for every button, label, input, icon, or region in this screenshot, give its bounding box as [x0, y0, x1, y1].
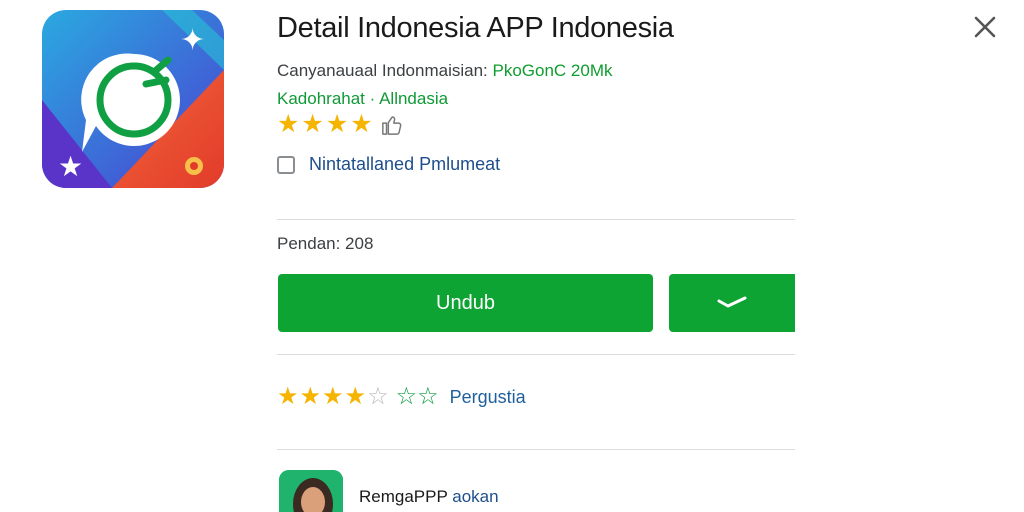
star-icon: ★ — [277, 110, 300, 138]
app-size: PkoGonC 20Mk — [492, 61, 613, 80]
svg-text:✦: ✦ — [180, 23, 205, 58]
close-icon — [974, 16, 996, 38]
star-icon: ★ — [301, 110, 324, 138]
download-label: Undub — [436, 291, 495, 314]
star-icon: ★ — [277, 383, 299, 410]
chevron-down-icon — [717, 296, 747, 308]
close-button[interactable] — [972, 14, 998, 40]
developer-name: RemgaPPP aokan — [359, 487, 499, 507]
download-options-button[interactable] — [669, 274, 795, 332]
app-title: Detail Indonesia APP Indonesia — [277, 12, 674, 44]
install-option[interactable]: Nintatallaned Pmlumeat — [277, 154, 500, 175]
extra-stars: ☆☆ — [395, 383, 439, 410]
developer-avatar-icon — [279, 470, 343, 512]
developer-name-text: RemgaPPP — [359, 487, 448, 506]
app-detail-page: ✦ ★ Detail Indonesia APP Indonesia Canya… — [0, 0, 1024, 512]
top-rating: ★ ★ ★ ★ — [277, 112, 403, 137]
developer-card[interactable]: RemgaPPP aokan — [279, 470, 499, 512]
download-button[interactable]: Undub — [278, 274, 653, 332]
pending-text: Pendan: 208 — [277, 234, 374, 253]
bottom-rating[interactable]: ★ ★ ★ ★ ☆ ☆☆ Pergustia — [277, 385, 526, 409]
star-icon: ★ — [325, 110, 349, 138]
app-logo-icon: ✦ ★ — [42, 10, 224, 188]
divider — [277, 354, 795, 355]
checkbox-label: Nintatallaned Pmlumeat — [309, 154, 501, 174]
svg-text:★: ★ — [58, 150, 83, 183]
thumb-up-icon[interactable] — [381, 114, 403, 136]
divider — [277, 449, 795, 450]
install-checkbox[interactable] — [277, 155, 295, 174]
star-icon: ★ — [350, 110, 373, 138]
rating-label[interactable]: Pergustia — [450, 387, 526, 408]
developer-info: Canyanauaal Indonmaisian: PkoGonC 20Mk — [277, 61, 613, 81]
star-icon: ★ — [322, 383, 344, 410]
star-half-icon: ★ — [344, 383, 367, 410]
app-category[interactable]: Kadohrahat · Allndasia — [277, 89, 448, 109]
star-empty-icon: ☆ — [367, 383, 389, 410]
star-icon: ★ — [299, 383, 322, 410]
developer-extra: aokan — [452, 487, 499, 506]
developer-text: Canyanauaal Indonmaisian: — [277, 61, 488, 80]
divider — [277, 219, 795, 220]
